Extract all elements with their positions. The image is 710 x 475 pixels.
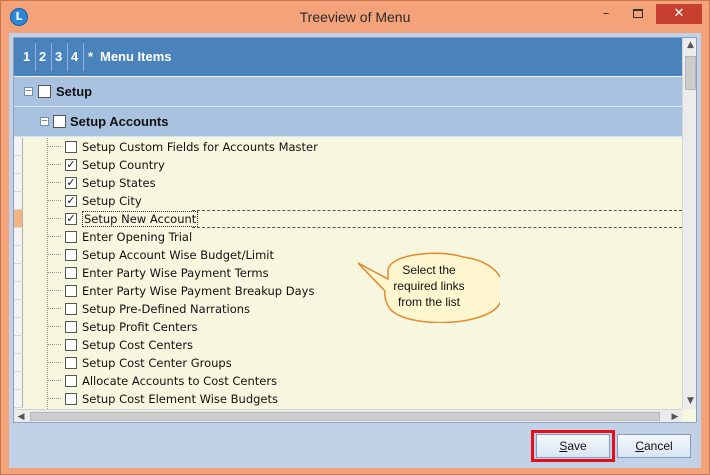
item-label: Setup Pre-Defined Narrations [82, 302, 251, 316]
treeview-window: L Treeview of Menu – ✕ 1 2 3 4 * Menu It… [0, 0, 710, 475]
tree-node-setup[interactable]: – Setup [14, 77, 682, 107]
vertical-scrollbar[interactable]: ▲ ▼ [682, 38, 696, 409]
level-2-header[interactable]: 2 [39, 49, 46, 64]
item-checkbox[interactable]: ✓ [65, 213, 77, 225]
tree-node-label: Setup [56, 84, 93, 99]
item-label: Setup Cost Element Wise Budgets [82, 392, 279, 406]
tree-node-label: Setup Accounts [70, 114, 169, 129]
collapse-icon[interactable]: – [40, 117, 49, 126]
item-label: Enter Opening Trial [82, 230, 193, 244]
item-label: Setup Profit Centers [82, 320, 198, 334]
maximize-icon [633, 9, 643, 18]
menu-tree[interactable]: 1 2 3 4 * Menu Items – Setup – Setup Acc… [13, 37, 697, 423]
list-item[interactable]: Enter Party Wise Payment Breakup Days [14, 282, 682, 300]
list-item[interactable]: Setup Custom Fields for Accounts Master [14, 138, 682, 156]
cancel-mnemonic: C [635, 439, 644, 453]
item-checkbox[interactable]: ✓ [65, 159, 77, 171]
scroll-left-icon[interactable]: ◀ [14, 410, 28, 422]
item-label: Setup Account Wise Budget/Limit [82, 248, 274, 262]
callout-line-3: from the list [397, 295, 460, 309]
level-1-header[interactable]: 1 [23, 49, 30, 64]
item-checkbox[interactable] [65, 285, 77, 297]
scroll-down-icon[interactable]: ▼ [683, 394, 696, 408]
close-button[interactable]: ✕ [656, 4, 702, 24]
list-item[interactable]: ✓ Setup City [14, 192, 682, 210]
tree-header: 1 2 3 4 * Menu Items [14, 38, 682, 76]
item-label: Setup Country [82, 158, 165, 172]
item-label: Enter Party Wise Payment Terms [82, 266, 269, 280]
item-checkbox[interactable]: ✓ [65, 177, 77, 189]
setup-checkbox[interactable] [38, 85, 51, 98]
item-checkbox[interactable] [65, 393, 77, 405]
level-3-header[interactable]: 3 [55, 49, 62, 64]
callout-line-1: Select the [402, 263, 456, 277]
minimize-button[interactable]: – [593, 4, 619, 24]
item-checkbox[interactable] [65, 267, 77, 279]
vertical-scroll-thumb[interactable] [685, 56, 696, 90]
save-label: ave [567, 439, 587, 453]
callout-line-2: required links [393, 279, 465, 293]
collapse-icon[interactable]: – [24, 87, 33, 96]
selected-list-item[interactable]: ✓ Setup New Account [14, 210, 682, 228]
list-item[interactable]: Allocate Accounts to Cost Centers [14, 372, 682, 390]
item-checkbox[interactable] [65, 321, 77, 333]
horizontal-scroll-thumb[interactable] [30, 412, 660, 421]
list-item[interactable]: Setup Profit Centers [14, 318, 682, 336]
tree-node-setup-accounts[interactable]: – Setup Accounts [14, 107, 682, 137]
list-item[interactable]: Enter Party Wise Payment Terms [14, 264, 682, 282]
maximize-button[interactable] [625, 4, 651, 24]
list-item[interactable]: ✓ Setup States [14, 174, 682, 192]
list-item[interactable]: Setup Account Wise Budget/Limit [14, 246, 682, 264]
item-checkbox[interactable] [65, 303, 77, 315]
list-item[interactable]: ✓ Setup Country [14, 156, 682, 174]
item-label: Setup New Account [82, 211, 199, 227]
save-button[interactable]: Save [536, 434, 610, 458]
item-checkbox[interactable] [65, 357, 77, 369]
star-header: * [88, 49, 94, 64]
setup-accounts-checkbox[interactable] [53, 115, 66, 128]
cancel-label: ancel [643, 439, 673, 453]
item-label: Setup Cost Centers [82, 338, 194, 352]
list-item[interactable]: Enter Opening Trial [14, 228, 682, 246]
level-4-header[interactable]: 4 [71, 49, 78, 64]
current-row-marker [14, 210, 23, 228]
item-label: Setup City [82, 194, 142, 208]
list-item[interactable]: Setup Cost Center Groups [14, 354, 682, 372]
item-checkbox[interactable] [65, 339, 77, 351]
item-label: Setup States [82, 176, 156, 190]
item-checkbox[interactable] [65, 249, 77, 261]
scroll-right-icon[interactable]: ▶ [668, 410, 682, 422]
list-item[interactable]: Setup Cost Element Wise Budgets [14, 390, 682, 408]
item-checkbox[interactable]: ✓ [65, 195, 77, 207]
item-label: Enter Party Wise Payment Breakup Days [82, 284, 315, 298]
menu-items-header: Menu Items [100, 49, 172, 64]
callout-text: Select the required links from the list [358, 262, 500, 310]
horizontal-scrollbar[interactable]: ◀ ▶ [14, 409, 682, 422]
scroll-up-icon[interactable]: ▲ [683, 38, 696, 52]
item-label: Setup Cost Center Groups [82, 356, 232, 370]
item-checkbox[interactable] [65, 231, 77, 243]
client-area: 1 2 3 4 * Menu Items – Setup – Setup Acc… [9, 33, 701, 468]
list-item[interactable]: Setup Pre-Defined Narrations [14, 300, 682, 318]
item-label: Allocate Accounts to Cost Centers [82, 374, 278, 388]
cancel-button[interactable]: Cancel [617, 434, 691, 458]
item-checkbox[interactable] [65, 375, 77, 387]
item-checkbox[interactable] [65, 141, 77, 153]
list-item[interactable]: Setup Cost Centers [14, 336, 682, 354]
title-bar[interactable]: L Treeview of Menu – ✕ [1, 1, 709, 33]
item-label: Setup Custom Fields for Accounts Master [82, 140, 318, 154]
